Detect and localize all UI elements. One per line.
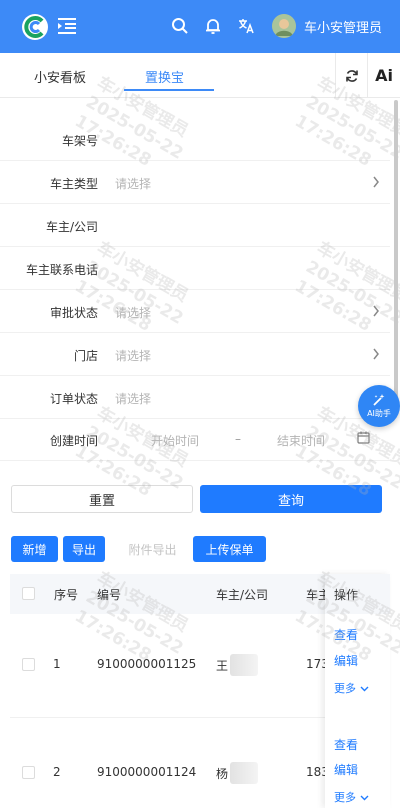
row-owner: 杨: [216, 767, 229, 781]
row-checkbox[interactable]: [22, 658, 35, 671]
refresh-button[interactable]: [335, 53, 367, 98]
field-label: 门店: [73, 349, 98, 363]
edit-link[interactable]: 编辑: [334, 761, 358, 778]
ops-header-label: 操作: [334, 588, 359, 602]
date-range-separator: –: [235, 432, 241, 446]
column-header-index: 序号: [54, 588, 79, 602]
more-label: 更多: [334, 682, 356, 695]
view-link[interactable]: 查看: [334, 626, 358, 643]
tab-dashboard[interactable]: 小安看板: [34, 67, 86, 86]
magic-wand-icon: [373, 394, 385, 406]
chevron-right-icon: [373, 305, 379, 317]
scrollbar-thumb[interactable]: [394, 100, 398, 400]
column-header-ops: 操作: [325, 574, 390, 614]
menu-fold-icon[interactable]: [58, 18, 76, 34]
attachment-export-button[interactable]: 附件导出: [120, 536, 185, 562]
field-label: 车架号: [61, 134, 98, 148]
chevron-right-icon: [373, 176, 379, 188]
row-checkbox[interactable]: [22, 766, 35, 779]
operations-column: 操作 查看 编辑 更多 查看 编辑 更多: [325, 574, 390, 808]
redacted-text: [230, 654, 258, 676]
avatar[interactable]: [272, 14, 296, 38]
view-link[interactable]: 查看: [334, 736, 358, 753]
start-date-input[interactable]: 开始时间: [151, 432, 199, 449]
chevron-down-icon: [360, 795, 368, 801]
app-header: 车小安管理员: [0, 0, 400, 53]
more-label: 更多: [334, 791, 356, 804]
order-status-select[interactable]: 请选择: [115, 390, 151, 407]
edit-link[interactable]: 编辑: [334, 652, 358, 669]
ai-label: Ai: [375, 66, 393, 85]
ai-assistant-label: AI助手: [367, 409, 391, 418]
row-code: 9100000001125: [97, 657, 197, 671]
column-header-code: 编号: [97, 588, 122, 602]
translate-icon[interactable]: [237, 17, 255, 35]
calendar-icon[interactable]: [357, 431, 370, 444]
select-all-checkbox[interactable]: [22, 587, 35, 600]
field-owner-company[interactable]: 车主/公司: [0, 204, 390, 247]
field-created-time[interactable]: 创建时间 开始时间 – 结束时间: [0, 418, 390, 461]
user-name[interactable]: 车小安管理员: [304, 17, 382, 36]
field-store[interactable]: 门店 请选择: [0, 333, 390, 376]
column-header-owner: 车主/公司: [216, 588, 269, 602]
add-button[interactable]: 新增: [11, 536, 58, 562]
field-order-status[interactable]: 订单状态 请选择: [0, 376, 390, 419]
row-index: 1: [53, 657, 61, 671]
row-index: 2: [53, 765, 61, 779]
end-date-input[interactable]: 结束时间: [277, 432, 325, 449]
upload-policy-button[interactable]: 上传保单: [193, 536, 266, 562]
field-label: 订单状态: [49, 392, 98, 406]
owner-type-select[interactable]: 请选择: [115, 175, 151, 192]
more-dropdown[interactable]: 更多: [334, 789, 369, 805]
app-logo-icon[interactable]: [20, 12, 50, 42]
field-owner-phone[interactable]: 车主联系电话: [0, 247, 390, 290]
field-label: 车主类型: [49, 177, 98, 191]
chevron-down-icon: [360, 686, 368, 692]
refresh-icon: [345, 69, 358, 82]
search-icon[interactable]: [171, 17, 189, 35]
field-vin[interactable]: 车架号: [0, 118, 390, 161]
ai-assistant-button[interactable]: AI助手: [358, 385, 400, 427]
field-label: 车主/公司: [45, 220, 98, 234]
query-button[interactable]: 查询: [200, 485, 382, 513]
tab-replacement[interactable]: 置换宝: [145, 67, 184, 86]
ai-tab-button[interactable]: Ai: [367, 53, 400, 98]
export-button[interactable]: 导出: [63, 536, 105, 562]
field-label: 创建时间: [49, 434, 98, 448]
chevron-right-icon: [373, 348, 379, 360]
field-label: 审批状态: [49, 306, 98, 320]
row-code: 9100000001124: [97, 765, 197, 779]
row-owner: 王: [216, 659, 229, 673]
redacted-text: [230, 762, 258, 784]
approval-status-select[interactable]: 请选择: [115, 304, 151, 321]
bell-icon[interactable]: [204, 17, 222, 35]
field-approval-status[interactable]: 审批状态 请选择: [0, 290, 390, 333]
more-dropdown[interactable]: 更多: [334, 680, 369, 696]
field-owner-type[interactable]: 车主类型 请选择: [0, 161, 390, 204]
field-label: 车主联系电话: [25, 263, 98, 277]
active-tab-indicator: [124, 89, 214, 91]
reset-button[interactable]: 重置: [11, 485, 193, 513]
store-select[interactable]: 请选择: [115, 347, 151, 364]
